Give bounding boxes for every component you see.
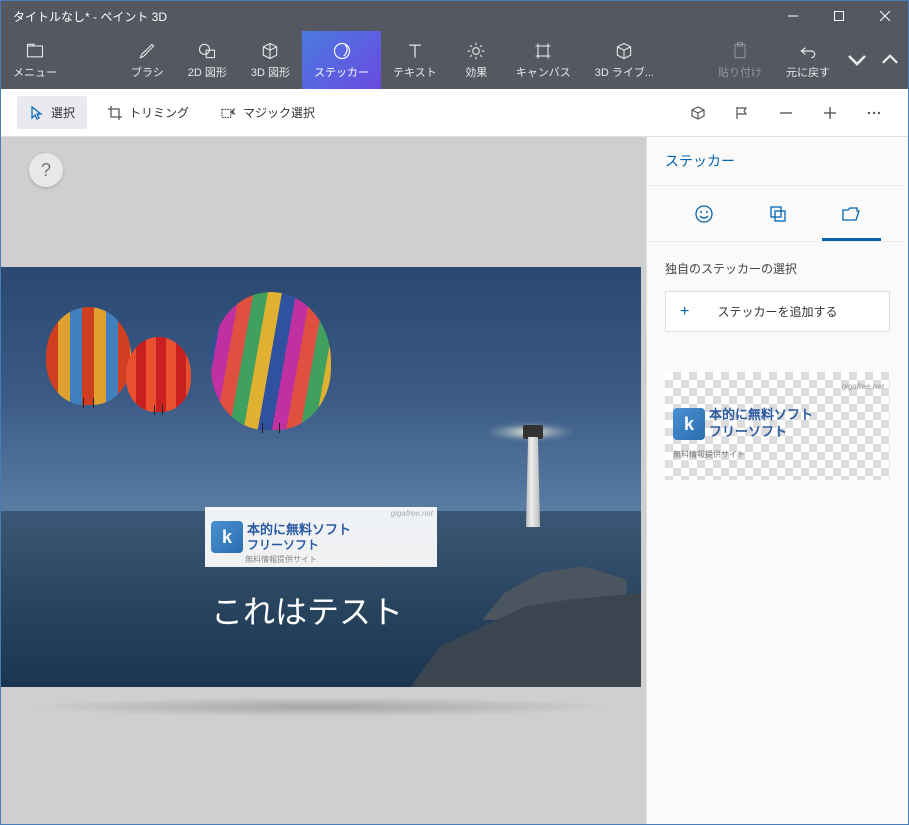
3d-shapes-icon: [260, 41, 280, 61]
canvas-text[interactable]: これはテスト: [211, 587, 403, 633]
cube-icon: [614, 41, 634, 61]
history-dropdown[interactable]: [842, 31, 872, 89]
cursor-icon: [29, 105, 45, 121]
section-label: 独自のステッカーの選択: [665, 260, 890, 277]
undo-icon: [798, 41, 818, 61]
text-icon: [405, 41, 425, 61]
2d-shapes-icon: [197, 41, 217, 61]
window-title: タイトルなし* - ペイント 3D: [13, 8, 167, 25]
sticker-thumb-icon: k: [673, 408, 705, 440]
sub-toolbar: 選択 トリミング マジック選択: [1, 89, 908, 137]
tab-textures[interactable]: [741, 186, 815, 241]
folder-open-icon: [841, 204, 861, 224]
balloon-1: [46, 307, 131, 408]
sticker-icon: k: [211, 521, 243, 553]
2d-shapes-tool[interactable]: 2D 図形: [176, 31, 239, 89]
select-tool[interactable]: 選択: [17, 96, 87, 129]
zoom-out-button[interactable]: [768, 95, 804, 131]
lighthouse: [520, 407, 546, 522]
canvas-image[interactable]: k 本的に無料ソフト フリーソフト 無料情報提供サイト gigafree.net…: [1, 267, 641, 687]
paste-button[interactable]: 貼り付け: [706, 31, 774, 89]
sticker-tabs: [647, 186, 908, 242]
tab-emoji[interactable]: [667, 186, 741, 241]
canvas-tool[interactable]: キャンバス: [504, 31, 583, 89]
plus-icon: [822, 105, 838, 121]
help-button[interactable]: ?: [29, 153, 63, 187]
minus-icon: [778, 105, 794, 121]
tab-custom[interactable]: [814, 186, 888, 241]
magic-select-tool[interactable]: マジック選択: [209, 96, 327, 129]
undo-button[interactable]: 元に戻す: [774, 31, 842, 89]
sticker-icon: [332, 41, 352, 61]
side-panel-title: ステッカー: [647, 137, 908, 186]
plus-icon: +: [680, 303, 689, 321]
placed-sticker[interactable]: k 本的に無料ソフト フリーソフト 無料情報提供サイト gigafree.net: [205, 507, 437, 567]
effects-icon: [466, 41, 486, 61]
main-toolbar: メニュー ブラシ 2D 図形 3D 図形 ステッカー テキスト 効果 キャンバス…: [1, 31, 908, 89]
sticker-text: 本的に無料ソフト フリーソフト: [247, 522, 351, 552]
balloon-3: [211, 292, 331, 433]
side-panel: ステッカー 独自のステッカーの選択 + ステッカーを追加する gigafree.…: [646, 137, 908, 824]
chevron-up-icon: [880, 50, 900, 70]
add-sticker-button[interactable]: + ステッカーを追加する: [665, 291, 890, 332]
3d-shapes-tool[interactable]: 3D 図形: [239, 31, 302, 89]
zoom-in-button[interactable]: [812, 95, 848, 131]
effects-tool[interactable]: 効果: [449, 31, 504, 89]
canvas-area[interactable]: ? k 本的に無料ソフト フリーソフト 無料情報提供サイト gigafree.n…: [1, 137, 646, 824]
canvas-shadow: [21, 697, 621, 717]
crop-tool[interactable]: トリミング: [95, 96, 201, 129]
brushes-tool[interactable]: ブラシ: [119, 31, 176, 89]
more-button[interactable]: [856, 95, 892, 131]
smiley-icon: [694, 204, 714, 224]
ellipsis-icon: [866, 105, 882, 121]
text-tool[interactable]: テキスト: [381, 31, 449, 89]
titlebar: タイトルなし* - ペイント 3D: [1, 1, 908, 31]
folder-icon: [25, 41, 45, 61]
collapse-panel-button[interactable]: [872, 31, 908, 89]
balloon-2: [126, 337, 191, 415]
crop-icon: [107, 105, 123, 121]
menu-button[interactable]: メニュー: [1, 31, 69, 89]
box-icon: [690, 105, 706, 121]
brush-icon: [137, 41, 157, 61]
minimize-button[interactable]: [770, 1, 816, 31]
flag-button[interactable]: [724, 95, 760, 131]
magic-select-icon: [221, 105, 237, 121]
3d-view-button[interactable]: [680, 95, 716, 131]
flag-icon: [734, 105, 750, 121]
sticker-thumbnail[interactable]: gigafree.net k 本的に無料ソフト フリーソフト 無料情報提供サイト: [665, 372, 890, 480]
texture-icon: [768, 204, 788, 224]
stickers-tool[interactable]: ステッカー: [302, 31, 381, 89]
close-button[interactable]: [862, 1, 908, 31]
canvas-icon: [533, 41, 553, 61]
maximize-button[interactable]: [816, 1, 862, 31]
3d-library-tool[interactable]: 3D ライブ...: [583, 31, 666, 89]
chevron-down-icon: [847, 50, 867, 70]
paste-icon: [730, 41, 750, 61]
